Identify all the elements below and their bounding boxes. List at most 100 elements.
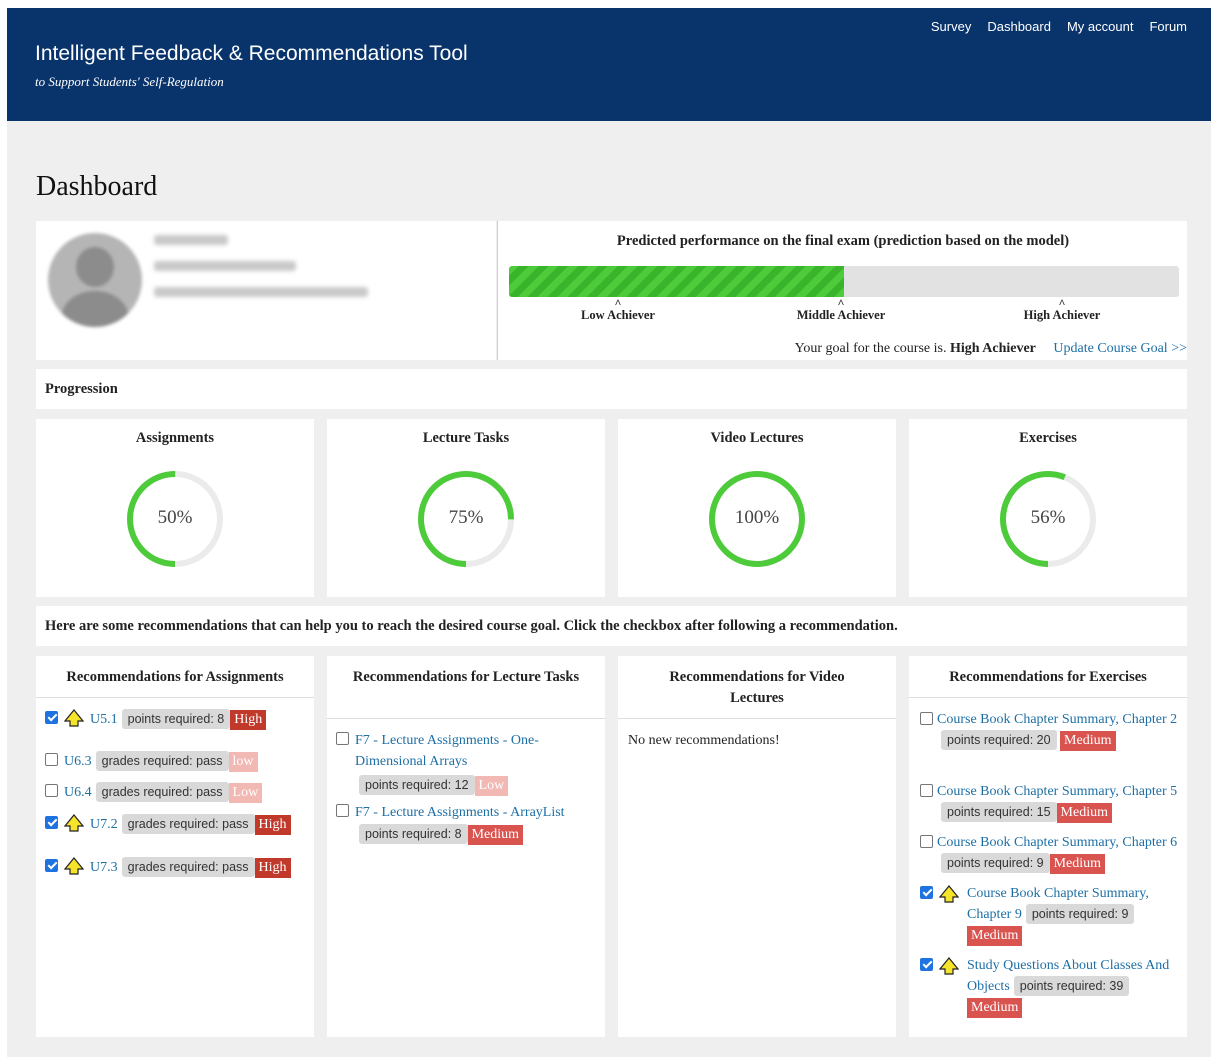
progress-percent: 56% xyxy=(1030,507,1066,528)
rec-checkbox[interactable] xyxy=(45,784,58,797)
progress-card-video-lectures: Video Lectures 100% xyxy=(618,419,896,597)
progress-card-lecture-tasks: Lecture Tasks 75% xyxy=(327,419,605,597)
priority-badge: High xyxy=(254,858,291,878)
rec-checkbox[interactable] xyxy=(920,784,933,797)
recommendations-info: Here are some recommendations that can h… xyxy=(36,606,1187,646)
goal-prefix: Your goal for the course is. xyxy=(794,341,947,356)
progress-percent: 50% xyxy=(157,507,193,528)
progress-title: Video Lectures xyxy=(710,430,804,446)
rec-checkbox[interactable] xyxy=(920,835,933,848)
rec-item: Course Book Chapter Summary, Chapter 6 po… xyxy=(920,832,1184,874)
prediction-bar-fill xyxy=(509,266,844,297)
nav-dashboard[interactable]: Dashboard xyxy=(987,19,1051,34)
priority-badge: High xyxy=(230,710,267,730)
rec-checkbox[interactable] xyxy=(45,753,58,766)
rec-item: U6.3 grades required: pass low xyxy=(45,751,258,772)
marker-low-achiever: ^ Low Achiever xyxy=(553,296,683,323)
rec-link[interactable]: F7 - Lecture Assignments - ArrayList xyxy=(355,805,565,820)
goal-value: High Achiever xyxy=(949,341,1036,356)
caret-up-icon: ^ xyxy=(1058,296,1066,310)
goal-line: Your goal for the course is. High Achiev… xyxy=(795,341,1187,357)
rec-link[interactable]: Course Book Chapter Summary, Chapter 5 xyxy=(937,784,1177,799)
requirement-badge: points required: 12 xyxy=(359,775,475,795)
priority-badge: Medium xyxy=(967,998,1023,1018)
blurred-email xyxy=(154,261,296,271)
rec-checkbox[interactable] xyxy=(920,712,933,725)
rec-checkbox[interactable] xyxy=(336,804,349,817)
rec-link[interactable]: Course Book Chapter Summary, Chapter 2 xyxy=(937,712,1177,727)
rec-title-video-lectures: Recommendations for Video Lectures xyxy=(618,656,896,719)
requirement-badge: grades required: pass xyxy=(95,782,229,802)
rec-checkbox[interactable] xyxy=(45,816,58,829)
priority-badge: Medium xyxy=(1056,803,1112,823)
requirement-badge: points required: 9 xyxy=(1025,904,1135,924)
requirement-badge: points required: 8 xyxy=(359,824,468,844)
app-frame: Intelligent Feedback & Recommendations T… xyxy=(7,8,1211,1057)
nav-survey[interactable]: Survey xyxy=(931,19,971,34)
requirement-badge: points required: 15 xyxy=(941,802,1057,822)
priority-badge: Low xyxy=(474,776,509,796)
no-recommendations-text: No new recommendations! xyxy=(628,733,780,748)
priority-badge: Low xyxy=(228,783,263,803)
priority-badge: Medium xyxy=(1049,854,1106,874)
rec-link[interactable]: U7.2 xyxy=(90,817,118,832)
rec-link[interactable]: U5.1 xyxy=(90,712,118,727)
rec-checkbox[interactable] xyxy=(920,958,933,971)
nav-my-account[interactable]: My account xyxy=(1067,19,1133,34)
rec-item: U7.3 grades required: pass High xyxy=(45,857,291,878)
rec-item: F7 - Lecture Assignments - ArrayList poi… xyxy=(336,802,596,845)
profile-card xyxy=(36,221,496,360)
priority-badge: High xyxy=(254,815,291,835)
progression-label: Progression xyxy=(45,381,118,397)
rec-link[interactable]: F7 - Lecture Assignments - One-Dimension… xyxy=(355,730,580,772)
prediction-title: Predicted performance on the final exam … xyxy=(616,233,1070,249)
progress-percent: 75% xyxy=(448,507,484,528)
rec-item: Study Questions About Classes And Object… xyxy=(920,955,1184,1018)
update-course-goal-link[interactable]: Update Course Goal >> xyxy=(1053,341,1187,356)
avatar xyxy=(48,233,142,327)
rec-item: Course Book Chapter Summary, Chapter 2 po… xyxy=(920,709,1184,751)
rec-title-exercises: Recommendations for Exercises xyxy=(909,656,1187,698)
app-header: Intelligent Feedback & Recommendations T… xyxy=(7,8,1211,121)
page-title: Dashboard xyxy=(36,171,158,202)
rec-checkbox[interactable] xyxy=(45,859,58,872)
rec-item: Course Book Chapter Summary, Chapter 5 po… xyxy=(920,781,1184,823)
nav-forum[interactable]: Forum xyxy=(1149,19,1187,34)
priority-badge: Medium xyxy=(467,825,524,845)
rec-link[interactable]: U7.3 xyxy=(90,860,118,875)
rec-item: U7.2 grades required: pass High xyxy=(45,814,291,835)
caret-up-icon: ^ xyxy=(614,296,622,310)
progress-card-assignments: Assignments 50% xyxy=(36,419,314,597)
blurred-course xyxy=(154,287,368,297)
caret-up-icon: ^ xyxy=(837,296,845,310)
marker-high-achiever: ^ High Achiever xyxy=(997,296,1127,323)
warning-arrow-icon xyxy=(939,885,959,903)
rec-checkbox[interactable] xyxy=(336,732,349,745)
requirement-badge: points required: 8 xyxy=(121,709,231,729)
progress-title: Assignments xyxy=(135,430,215,446)
progress-title: Exercises xyxy=(1019,430,1077,446)
rec-card-assignments: Recommendations for Assignments U5.1 poin… xyxy=(36,656,314,1037)
rec-link[interactable]: U6.4 xyxy=(64,785,92,800)
rec-link[interactable]: Course Book Chapter Summary, Chapter 6 xyxy=(937,835,1177,850)
prediction-bar xyxy=(509,266,1179,297)
progress-card-exercises: Exercises 56% xyxy=(909,419,1187,597)
rec-item: U5.1 points required: 8 High xyxy=(45,709,267,730)
warning-arrow-icon xyxy=(64,709,84,727)
rec-link[interactable]: U6.3 xyxy=(64,754,92,769)
rec-item: U6.4 grades required: pass Low xyxy=(45,782,263,803)
marker-middle-achiever: ^ Middle Achiever xyxy=(776,296,906,323)
priority-badge: Medium xyxy=(967,926,1023,946)
rec-checkbox[interactable] xyxy=(45,711,58,724)
rec-card-video-lectures: Recommendations for Video Lectures No ne… xyxy=(618,656,896,1037)
top-nav: Survey Dashboard My account Forum xyxy=(931,19,1187,34)
priority-badge: low xyxy=(228,752,258,772)
progress-percent: 100% xyxy=(734,507,780,528)
rec-item: Course Book Chapter Summary, Chapter 9 po… xyxy=(920,883,1184,946)
rec-title-assignments: Recommendations for Assignments xyxy=(36,656,314,698)
requirement-badge: grades required: pass xyxy=(121,814,255,834)
rec-checkbox[interactable] xyxy=(920,886,933,899)
requirement-badge: grades required: pass xyxy=(95,751,229,771)
progress-title: Lecture Tasks xyxy=(422,430,510,446)
rec-item: F7 - Lecture Assignments - One-Dimension… xyxy=(336,730,596,796)
